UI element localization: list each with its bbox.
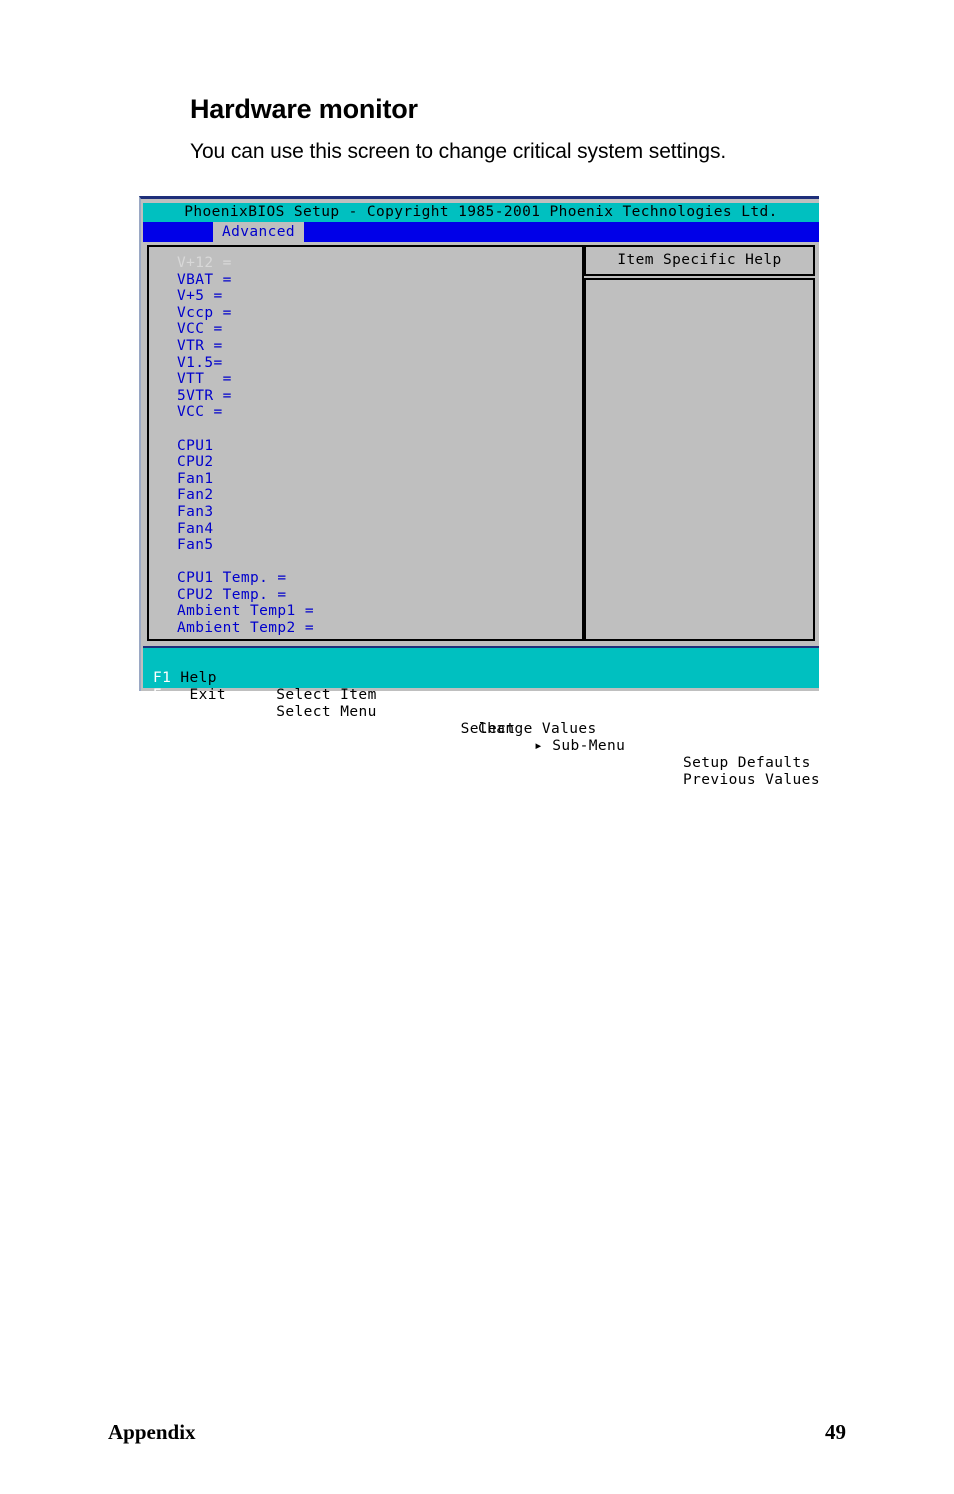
page-subtitle: You can use this screen to change critic… — [190, 140, 727, 163]
list-item[interactable]: CPU2 Temp. = — [177, 587, 577, 604]
up-down-arrow-icon: ↑↓ — [258, 687, 277, 703]
list-item[interactable]: VBAT = — [177, 272, 577, 289]
list-item[interactable]: CPU2 — [177, 454, 577, 471]
list-item[interactable]: VCC = — [177, 321, 577, 338]
fkey-previous-values-desc: Previous Values — [683, 772, 820, 788]
fkey-submenu-desc: ▸ Sub-Menu — [534, 738, 626, 754]
list-item[interactable]: V1.5= — [177, 355, 577, 372]
fkey-minusplus[interactable]: -/+ — [415, 704, 442, 721]
list-item[interactable]: CPU1 Temp. = — [177, 570, 577, 587]
fkey-esc-key: Esc — [153, 687, 181, 703]
fkey-updown-desc: Select Item — [276, 687, 377, 703]
bios-title-bar: PhoenixBIOS Setup - Copyright 1985-2001 … — [143, 203, 819, 222]
list-item[interactable]: V+5 = — [177, 288, 577, 305]
fkey-enter-key: Enter — [415, 721, 461, 737]
list-item[interactable]: 5VTR = — [177, 388, 577, 405]
fkey-enter[interactable]: EnterSelect — [415, 721, 515, 738]
fkey-minusplus-key: -/+ — [415, 704, 443, 720]
fkey-f9-key: F9 — [637, 738, 656, 754]
item-specific-help-body — [584, 278, 815, 641]
function-key-row-1: F1 Help ↑↓Select Item -/+ Change Values … — [153, 653, 810, 771]
list-item[interactable]: V+12 = — [177, 255, 577, 272]
bios-content-area: V+12 = VBAT = V+5 = Vccp = VCC = VTR = V… — [143, 242, 819, 645]
list-item[interactable]: Fan2 — [177, 487, 577, 504]
bios-setup-screenshot: PhoenixBIOS Setup - Copyright 1985-2001 … — [139, 196, 821, 788]
list-item[interactable]: CPU1 — [177, 438, 577, 455]
list-item[interactable]: Fan5 — [177, 537, 577, 554]
list-item[interactable]: VTR = — [177, 338, 577, 355]
list-item[interactable]: Fan3 — [177, 504, 577, 521]
footer-page-number: 49 — [825, 1420, 846, 1444]
fkey-leftright-desc: Select Menu — [276, 704, 377, 720]
tab-advanced[interactable]: Advanced — [213, 222, 305, 242]
list-item[interactable]: VCC = — [177, 404, 577, 421]
fkey-f10-key: F10 — [637, 755, 665, 771]
list-item[interactable]: Fan1 — [177, 471, 577, 488]
item-specific-help-header: Item Specific Help — [584, 245, 815, 276]
fkey-setup-defaults-desc: Setup Defaults — [683, 755, 811, 771]
list-item[interactable]: Fan4 — [177, 521, 577, 538]
list-item[interactable]: Ambient Temp1 = — [177, 603, 577, 620]
fkey-leftright[interactable]: ↔ Select Menu — [258, 704, 377, 721]
list-item[interactable]: Vccp = — [177, 305, 577, 322]
fkey-f9[interactable]: F9 — [637, 738, 655, 755]
page-title: Hardware monitor — [190, 94, 418, 124]
fkey-esc-desc: Exit — [189, 687, 227, 703]
bios-function-key-bar: F1 Help ↑↓Select Item -/+ Change Values … — [143, 646, 820, 788]
list-item[interactable]: Ambient Temp2 = — [177, 620, 577, 637]
bios-screen: PhoenixBIOS Setup - Copyright 1985-2001 … — [141, 199, 821, 788]
fkey-updown[interactable]: ↑↓Select Item — [258, 687, 377, 704]
hardware-monitor-item-panel: V+12 = VBAT = V+5 = Vccp = VCC = VTR = V… — [147, 245, 584, 641]
fkey-f10[interactable]: F10 — [637, 755, 664, 772]
function-key-row-2: Esc Exit ↔ Select Menu EnterSelect ▸ Sub… — [153, 670, 820, 788]
bios-menu-bar: Advanced — [143, 222, 819, 242]
fkey-enter-desc: Select — [460, 721, 516, 737]
list-item[interactable]: VTT = — [177, 371, 577, 388]
fkey-esc[interactable]: Esc Exit — [153, 687, 226, 704]
monitor-item-list: V+12 = VBAT = V+5 = Vccp = VCC = VTR = V… — [177, 255, 577, 637]
left-right-arrow-icon: ↔ — [258, 704, 268, 720]
footer-section-name: Appendix — [108, 1420, 196, 1444]
